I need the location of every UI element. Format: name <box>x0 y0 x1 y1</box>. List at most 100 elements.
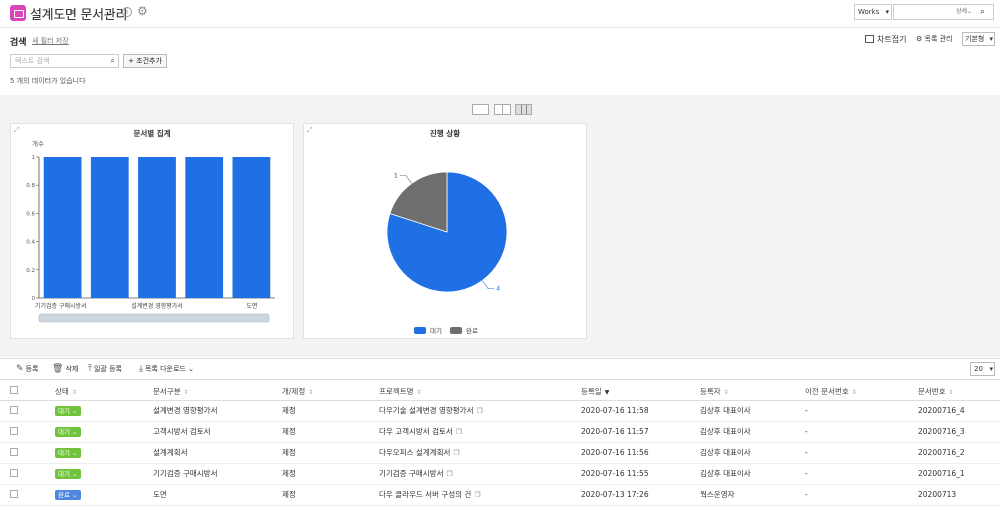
table-row[interactable]: 대기 ⌄ 설계계획서 제정 다우오피스 설계계획서 ❐ 2020-07-16 11:56 김… <box>0 442 1000 464</box>
register-button[interactable]: ✎ 등록 <box>16 364 38 374</box>
project-link[interactable]: 다우 고객시방서 검토서 <box>379 427 453 436</box>
table-row[interactable]: 대기 ⌄ 고객시방서 검토서 제정 다우 고객시방서 검토서 ❐ 2020-07-16 1… <box>0 421 1000 443</box>
header-prev-no-label: 이전 문서번호 <box>805 386 849 396</box>
download-list-label: 목록 다운로드 <box>144 365 186 373</box>
delete-button[interactable]: 🗑 삭제 <box>52 364 78 374</box>
chart-toggle-button[interactable]: 차트접기 <box>865 34 906 45</box>
document-icon[interactable]: ❐ <box>446 470 452 478</box>
add-condition-button[interactable]: + 조건추가 <box>123 54 167 68</box>
header-search-input[interactable]: 상세 ⌄ ⌕ <box>893 4 994 20</box>
row-checkbox[interactable] <box>10 489 18 498</box>
status-badge[interactable]: 대기 ⌄ <box>55 426 81 437</box>
register-label: 등록 <box>25 365 39 373</box>
header-revision[interactable]: 개/제정 ⇕ <box>282 383 379 401</box>
table-row[interactable]: 대기 ⌄ 설계변경 영향평가서 제정 다우기술 설계변경 영향평가서 ❐ 2020-07-… <box>0 400 1000 422</box>
revision-cell: 제정 <box>282 484 379 506</box>
header-doc-no-label: 문서번호 <box>918 386 946 396</box>
range-scrollbar[interactable] <box>38 313 270 323</box>
select-all-cell <box>0 383 55 401</box>
download-list-button[interactable]: ⤓ 목록 다운로드 ⌄ <box>139 364 194 374</box>
document-icon[interactable]: ❐ <box>453 449 459 457</box>
document-icon[interactable]: ❐ <box>456 428 462 436</box>
doc-type-cell[interactable]: 고객시방서 검토서 <box>153 421 282 443</box>
row-select-cell <box>0 400 55 422</box>
gear-icon[interactable]: ⚙ <box>137 4 148 18</box>
header-doc-no[interactable]: 문서번호 ⇕ <box>918 383 1000 401</box>
status-cell: 대기 ⌄ <box>55 400 153 422</box>
bar[interactable] <box>138 157 176 298</box>
project-link[interactable]: 다우기술 설계변경 영향평가서 <box>379 406 473 415</box>
bar[interactable] <box>90 157 129 298</box>
bar[interactable] <box>43 157 82 298</box>
y-tick-label: 0.4 <box>26 240 35 246</box>
project-cell[interactable]: 다우오피스 설계계획서 ❐ <box>379 442 581 464</box>
header-date[interactable]: 등록일 ▼ <box>581 383 700 401</box>
select-all-checkbox[interactable] <box>10 386 18 395</box>
header-prev-no[interactable]: 이전 문서번호 ⇕ <box>805 383 918 401</box>
info-icon[interactable]: i <box>122 7 132 17</box>
project-link[interactable]: 다우오피스 설계계획서 <box>379 448 450 457</box>
header-project[interactable]: 프로젝트명 ⇕ <box>379 383 581 401</box>
layout-one-column-button[interactable] <box>472 104 489 115</box>
doc-type-cell[interactable]: 설계변경 영향평가서 <box>153 400 282 422</box>
page-size-select[interactable]: 20 ▾ <box>970 362 995 376</box>
status-badge[interactable]: 대기 ⌄ <box>55 468 81 479</box>
pie-chart: 4 1 대기 완료 <box>386 171 508 335</box>
project-cell[interactable]: 다우 클라우드 서버 구성의 건 ❐ <box>379 484 581 506</box>
table-row[interactable]: 완료 ⌄ 도면 제정 다우 클라우드 서버 구성의 건 ❐ 2020-07-13 17:2… <box>0 484 1000 506</box>
search-label: 검색 <box>10 38 27 48</box>
project-cell[interactable]: 다우 고객시방서 검토서 ❐ <box>379 421 581 443</box>
project-link[interactable]: 기기검증 구매시방서 <box>379 469 443 478</box>
doc-no-cell: 20200716_3 <box>918 421 1000 443</box>
document-icon[interactable]: ❐ <box>476 407 482 415</box>
search-icon[interactable]: ⌕ <box>980 5 985 19</box>
search-option[interactable]: 상세 <box>956 5 967 19</box>
table-header-row: 상태 ⇕ 문서구분 ⇕ 개/제정 ⇕ 프로젝트명 ⇕ 등록일 ▼ 등록자 ⇕ 이전 문서번호… <box>0 383 1000 401</box>
row-checkbox[interactable] <box>10 468 18 477</box>
table-row[interactable]: 대기 ⌄ 기기검증 구매시방서 제정 기기검증 구매시방서 ❐ 2020-07-16 11… <box>0 463 1000 485</box>
doc-type-cell[interactable]: 도면 <box>153 484 282 506</box>
status-badge[interactable]: 대기 ⌄ <box>55 405 81 416</box>
row-checkbox[interactable] <box>10 426 18 435</box>
layout-three-column-button[interactable] <box>515 104 532 115</box>
header-status[interactable]: 상태 ⇕ <box>55 383 153 401</box>
legend-label[interactable]: 대기 <box>430 326 442 335</box>
works-select[interactable]: Works ▾ <box>854 4 892 20</box>
text-search-placeholder: 텍스트 검색 <box>15 57 50 65</box>
bar[interactable] <box>232 157 271 298</box>
text-search-input[interactable]: 텍스트 검색 ⌕ <box>10 54 119 68</box>
trash-icon: 🗑 <box>52 364 64 374</box>
status-badge[interactable]: 완료 ⌄ <box>55 489 81 500</box>
header-doc-type[interactable]: 문서구분 ⇕ <box>153 383 282 401</box>
doc-no-cell: 20200713 <box>918 484 1000 506</box>
layout-two-column-button[interactable] <box>494 104 511 115</box>
legend-label[interactable]: 완료 <box>466 327 478 335</box>
save-filter-link[interactable]: 새 필터 저장 <box>32 36 69 46</box>
header-user[interactable]: 등록자 ⇕ <box>700 383 805 401</box>
document-icon[interactable]: ❐ <box>474 491 480 499</box>
status-badge[interactable]: 대기 ⌄ <box>55 447 81 458</box>
header: 설계도면 문서관리 i ⚙ Works ▾ 상세 ⌄ ⌕ <box>0 0 1000 28</box>
revision-cell: 제정 <box>282 442 379 464</box>
toolbar: ✎ 등록 🗑 삭제 ⤒ 일괄 등록 ⤓ 목록 다운로드 ⌄ <box>0 358 1000 380</box>
doc-type-cell[interactable]: 설계계획서 <box>153 442 282 464</box>
search-icon[interactable]: ⌕ <box>111 55 115 67</box>
view-mode-select[interactable]: 기본형 ▾ <box>962 32 995 46</box>
project-link[interactable]: 다우 클라우드 서버 구성의 건 <box>379 490 471 499</box>
date-cell: 2020-07-16 11:57 <box>581 421 700 443</box>
bulk-register-button[interactable]: ⤒ 일괄 등록 <box>88 364 122 374</box>
project-cell[interactable]: 다우기술 설계변경 영향평가서 ❐ <box>379 400 581 422</box>
chevron-down-icon: ⌄ <box>72 448 78 457</box>
chevron-down-icon: ⌄ <box>72 406 78 415</box>
chart-icon <box>865 35 874 43</box>
row-checkbox[interactable] <box>10 405 18 414</box>
list-management-button[interactable]: ⚙ 목록 관리 <box>916 34 953 44</box>
doc-type-cell[interactable]: 기기검증 구매시방서 <box>153 463 282 485</box>
row-checkbox[interactable] <box>10 447 18 456</box>
prev-no-cell: - <box>805 484 918 506</box>
bar[interactable] <box>185 157 224 298</box>
prev-no-cell: - <box>805 421 918 443</box>
user-cell: 김상후 대표이사 <box>700 400 805 422</box>
project-cell[interactable]: 기기검증 구매시방서 ❐ <box>379 463 581 485</box>
chevron-down-icon: ▾ <box>989 365 993 373</box>
